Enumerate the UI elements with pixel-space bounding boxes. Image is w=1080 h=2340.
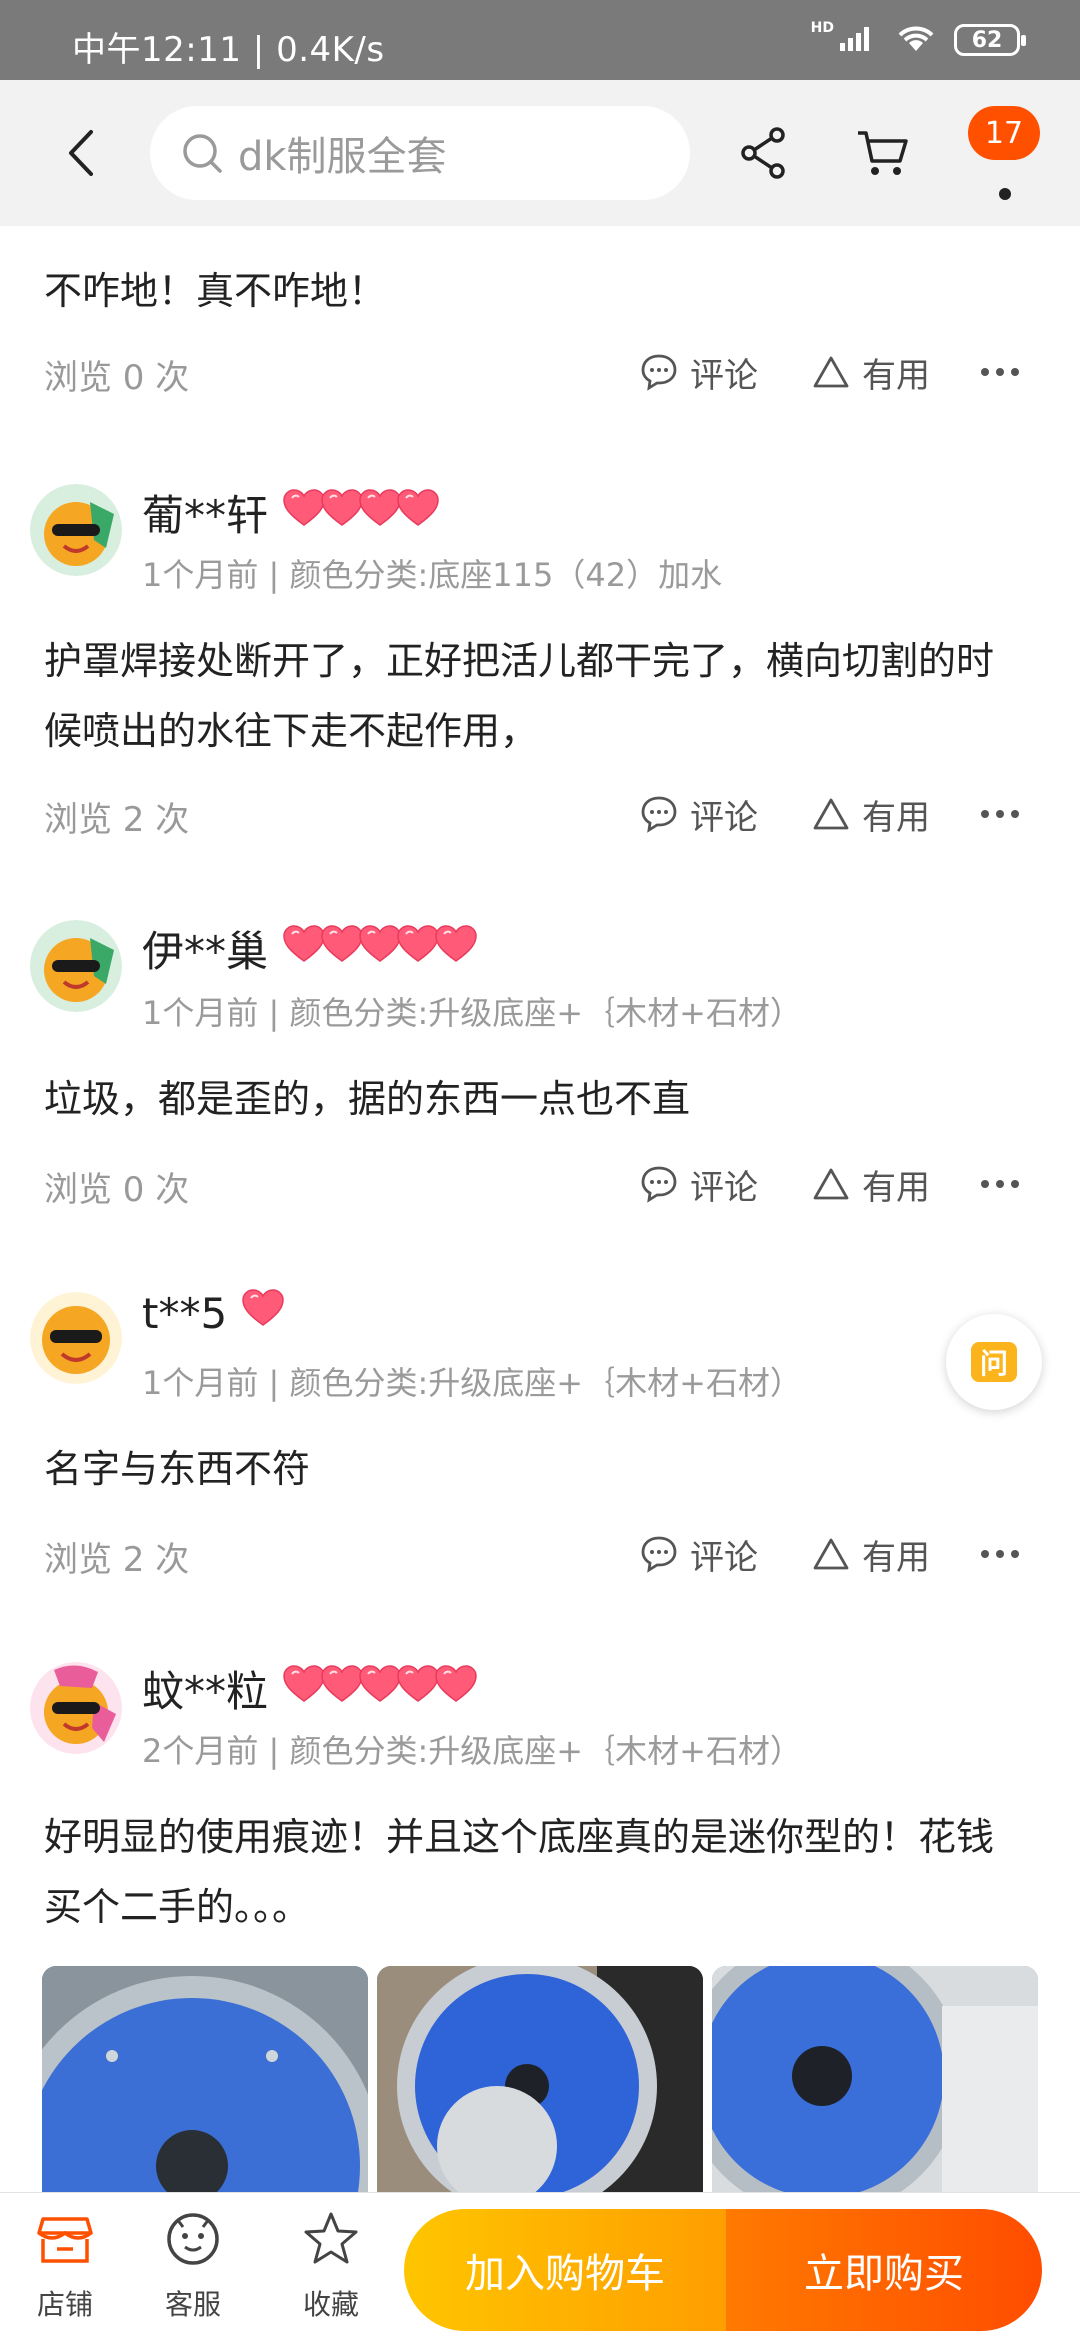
comment-icon xyxy=(641,796,677,833)
signal-icon xyxy=(838,23,878,57)
customer-service-icon xyxy=(167,2213,219,2265)
review-text: 名字与东西不符 xyxy=(44,1447,311,1491)
cart-icon xyxy=(858,131,908,175)
ellipsis-icon xyxy=(981,810,1019,818)
search-input[interactable]: dk制服全套 xyxy=(150,106,690,200)
comment-icon xyxy=(641,354,677,391)
avatar[interactable] xyxy=(30,920,122,1012)
view-count: 浏览 0 次 xyxy=(44,358,190,398)
review-meta: 1个月前 | 颜色分类:底座115（42）加水 xyxy=(142,556,723,594)
wifi-icon xyxy=(896,23,936,57)
share-icon xyxy=(741,127,785,179)
triangle-up-icon xyxy=(813,798,849,830)
search-icon xyxy=(183,134,222,173)
heart-icon xyxy=(241,1288,285,1338)
useful-button[interactable]: 有用 xyxy=(812,342,930,402)
triangle-up-icon xyxy=(813,1538,849,1570)
search-placeholder: dk制服全套 xyxy=(238,134,447,180)
ask-button[interactable]: 问 xyxy=(946,1314,1042,1410)
reputation-hearts xyxy=(241,1288,285,1338)
avatar[interactable] xyxy=(30,1662,122,1754)
useful-button[interactable]: 有用 xyxy=(812,784,930,844)
comment-button[interactable]: 评论 xyxy=(640,1154,758,1214)
view-count: 浏览 2 次 xyxy=(44,800,190,840)
useful-button[interactable]: 有用 xyxy=(812,1154,930,1214)
triangle-up-icon xyxy=(813,356,849,388)
reviewer-name: t**5 xyxy=(142,1288,285,1338)
tab-service[interactable]: 客服 xyxy=(138,2209,248,2323)
avatar[interactable] xyxy=(30,1292,122,1384)
more-dot-icon xyxy=(999,188,1011,200)
chevron-left-icon xyxy=(69,130,93,176)
review-meta: 1个月前 | 颜色分类:升级底座+｛木材+石材） xyxy=(142,994,802,1032)
comment-icon xyxy=(641,1166,677,1203)
star-icon xyxy=(304,2212,358,2264)
reputation-hearts xyxy=(282,1664,478,1714)
ellipsis-icon xyxy=(981,368,1019,376)
review-footer: 浏览 0 次 评论 有用 xyxy=(0,342,1080,402)
status-time-speed: 中午12:11 | 0.4K/s xyxy=(72,30,385,70)
more-options-button[interactable] xyxy=(980,1524,1020,1584)
more-menu-button[interactable]: 17 xyxy=(968,106,1042,206)
ellipsis-icon xyxy=(981,1550,1019,1558)
store-icon xyxy=(37,2217,93,2263)
view-count: 浏览 2 次 xyxy=(44,1540,190,1580)
review-list[interactable]: 不咋地！真不咋地！ 浏览 0 次 评论 有用 葡**轩 1个月前 | 颜色分类:… xyxy=(0,226,1080,2192)
status-time: 中午12:11 xyxy=(72,30,242,70)
review-footer: 浏览 0 次 评论 有用 xyxy=(0,1154,1080,1214)
comment-button[interactable]: 评论 xyxy=(640,342,758,402)
status-bar: 中午12:11 | 0.4K/s HD 62 xyxy=(0,0,1080,80)
network-speed: 0.4K/s xyxy=(276,30,385,70)
tab-store[interactable]: 店铺 xyxy=(10,2209,120,2323)
reputation-hearts xyxy=(282,488,440,538)
review-text: 护罩焊接处断开了，正好把活儿都干完了，横向切割的时 候喷出的水往下走不起作用， xyxy=(44,639,995,753)
review-text: 垃圾，都是歪的，据的东西一点也不直 xyxy=(44,1077,691,1121)
more-options-button[interactable] xyxy=(980,784,1020,844)
reputation-hearts xyxy=(282,924,478,974)
buy-now-button[interactable]: 立即购买 xyxy=(726,2209,1042,2331)
header: dk制服全套 17 xyxy=(0,80,1080,226)
hd-label: HD xyxy=(810,20,834,36)
ask-icon: 问 xyxy=(971,1342,1017,1382)
add-to-cart-button[interactable]: 加入购物车 xyxy=(404,2209,726,2331)
reviewer-name: 伊**巢 xyxy=(142,918,478,979)
review-photo[interactable] xyxy=(712,1966,1038,2192)
review-text: 好明显的使用痕迹！并且这个底座真的是迷你型的！花钱 买个二手的。。。 xyxy=(44,1815,995,1929)
share-button[interactable] xyxy=(732,122,794,184)
reviewer-name: 葡**轩 xyxy=(142,482,440,543)
heart-icon xyxy=(396,488,440,538)
bottom-bar: 店铺 客服 收藏 加入购物车 立即购买 xyxy=(0,2192,1080,2340)
review-photos xyxy=(42,1966,1038,2192)
battery-icon: 62 xyxy=(954,24,1026,56)
review-footer: 浏览 2 次 评论 有用 xyxy=(0,1524,1080,1584)
triangle-up-icon xyxy=(813,1168,849,1200)
notification-badge: 17 xyxy=(968,106,1040,160)
cart-button[interactable] xyxy=(852,122,914,184)
back-button[interactable] xyxy=(50,122,110,184)
review-text: 不咋地！真不咋地！ xyxy=(44,269,387,313)
review-meta: 2个月前 | 颜色分类:升级底座+｛木材+石材） xyxy=(142,1732,802,1770)
comment-icon xyxy=(641,1536,677,1573)
review-footer: 浏览 2 次 评论 有用 xyxy=(0,784,1080,844)
comment-button[interactable]: 评论 xyxy=(640,784,758,844)
avatar[interactable] xyxy=(30,484,122,576)
useful-button[interactable]: 有用 xyxy=(812,1524,930,1584)
review-meta: 1个月前 | 颜色分类:升级底座+｛木材+石材） xyxy=(142,1364,802,1402)
comment-button[interactable]: 评论 xyxy=(640,1524,758,1584)
review-photo[interactable] xyxy=(377,1966,703,2192)
tab-favorite[interactable]: 收藏 xyxy=(276,2209,386,2323)
status-icons: HD 62 xyxy=(810,18,1026,62)
reviewer-name: 蚊**粒 xyxy=(142,1658,478,1719)
ellipsis-icon xyxy=(981,1180,1019,1188)
view-count: 浏览 0 次 xyxy=(44,1170,190,1210)
heart-icon xyxy=(434,1664,478,1714)
review-photo[interactable] xyxy=(42,1966,368,2192)
more-options-button[interactable] xyxy=(980,1154,1020,1214)
heart-icon xyxy=(434,924,478,974)
more-options-button[interactable] xyxy=(980,342,1020,402)
